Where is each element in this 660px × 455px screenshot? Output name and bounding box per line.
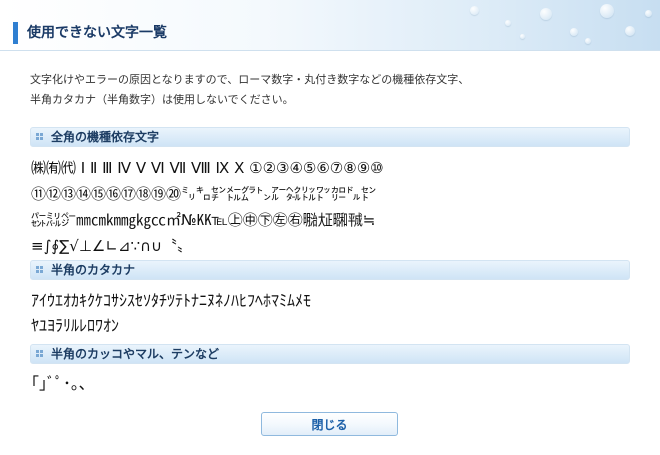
water-drop-decoration <box>540 8 552 20</box>
title-marker-icon <box>13 22 18 44</box>
water-drop-decoration <box>585 38 591 44</box>
section-header-hankaku-symbols: 半角のカッコやマル、テンなど <box>30 344 630 364</box>
section-title: 半角のカタカナ <box>51 263 136 277</box>
section-title: 全角の機種依存文字 <box>51 130 160 144</box>
char-line: ﾔﾕﾖﾗﾘﾙﾚﾛﾜｵﾝ <box>31 316 120 335</box>
char-line: ｢｣ﾞﾟ･｡､ <box>31 374 88 393</box>
dot-grid-icon <box>36 266 44 274</box>
close-button[interactable]: 閉じる <box>261 412 398 436</box>
char-line: ⑪⑫⑬⑭⑮⑯⑰⑱⑲⑳㍉㌔㌢㍍㌘㌧㌃㌶㍑㍗㌍㌦㌣ <box>31 185 377 203</box>
section-header-hankaku-kana: 半角のカタカナ <box>30 260 630 280</box>
intro-line-2: 半角カタカナ（半角数字）は使用しないでください。 <box>30 93 294 106</box>
water-drop-decoration <box>520 34 525 39</box>
hankaku-symbol-list: ｢｣ﾞﾟ･｡､ <box>31 372 631 396</box>
char-line: ｱｲｳｴｵｶｷｸｹｺｻｼｽｾｿﾀﾁﾂﾃﾄﾅﾆﾇﾈﾉﾊﾋﾌﾍﾎﾏﾐﾑﾒﾓ <box>31 291 312 310</box>
water-drop-decoration <box>645 10 652 17</box>
section-header-zenkaku: 全角の機種依存文字 <box>30 127 630 147</box>
water-drop-decoration <box>600 4 614 18</box>
water-drop-decoration <box>570 28 578 36</box>
char-line: ㌫㍊㌻㎜㎝㎞㎎㎏㏄㎡№㏍℡㊤㊥㊦㊧㊨㍾㍽㍼㍻≒ <box>31 211 376 229</box>
intro-text: 文字化けやエラーの原因となりますので、ローマ数字・丸付き数字などの機種依存文字、… <box>30 70 630 110</box>
intro-line-1: 文字化けやエラーの原因となりますので、ローマ数字・丸付き数字などの機種依存文字、 <box>30 73 470 86</box>
water-drop-decoration <box>470 6 479 15</box>
water-drop-decoration <box>505 20 511 26</box>
hankaku-kana-list: ｱｲｳｴｵｶｷｸｹｺｻｼｽｾｿﾀﾁﾂﾃﾄﾅﾆﾇﾈﾉﾊﾋﾌﾍﾎﾏﾐﾑﾒﾓ ﾔﾕﾖﾗ… <box>31 288 631 338</box>
page-title: 使用できない文字一覧 <box>27 25 167 41</box>
zenkaku-char-list: ㈱㈲㈹ Ⅰ Ⅱ Ⅲ Ⅳ Ⅴ Ⅵ Ⅶ Ⅷ Ⅸ Ⅹ ①②③④⑤⑥⑦⑧⑨⑩ ⑪⑫⑬⑭⑮… <box>31 155 631 259</box>
water-drop-decoration <box>625 26 635 36</box>
char-line: ㈱㈲㈹ Ⅰ Ⅱ Ⅲ Ⅳ Ⅴ Ⅵ Ⅶ Ⅷ Ⅸ Ⅹ ①②③④⑤⑥⑦⑧⑨⑩ <box>31 159 384 177</box>
char-line: ≡∫∮∑√⊥∠∟⊿∵∩∪〝〟 <box>31 237 193 255</box>
dot-grid-icon <box>36 133 44 141</box>
section-title: 半角のカッコやマル、テンなど <box>51 347 220 361</box>
dot-grid-icon <box>36 350 44 358</box>
